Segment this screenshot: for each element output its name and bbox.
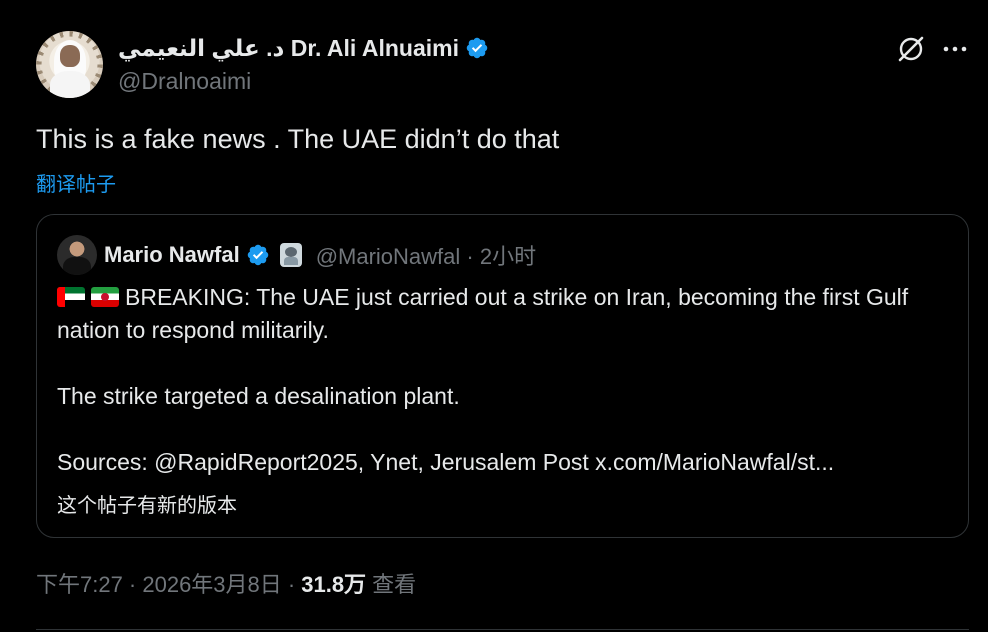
author-handle[interactable]: @Dralnoaimi [118, 68, 251, 95]
quoted-handle-time[interactable]: @MarioNawfal · 2小时 [316, 239, 536, 271]
avatar-face [60, 45, 80, 67]
translate-post-link[interactable]: 翻译帖子 [36, 168, 116, 197]
quoted-tweet-body: BREAKING: The UAE just carried out a str… [57, 281, 947, 479]
verified-badge-icon [247, 244, 268, 266]
views-label: 查看 [372, 572, 417, 597]
divider [36, 629, 969, 630]
quoted-line-3: Sources: @RapidReport2025, Ynet, Jerusal… [57, 449, 835, 475]
views-count[interactable]: 31.8万 [301, 567, 366, 599]
tweet-meta: 下午7:27 · 2026年3月8日 · 31.8万 查看 [36, 567, 416, 599]
tweet-text: This is a fake news . The UAE didn’t do … [36, 124, 560, 154]
affiliate-badge-icon [279, 243, 302, 267]
quoted-tweet-card[interactable]: Mario Nawfal @MarioNawfal · 2小时 BREAKING… [36, 214, 969, 538]
verified-badge-icon [466, 37, 488, 59]
new-version-notice[interactable]: 这个帖子有新的版本 [57, 489, 237, 518]
timestamp[interactable]: 下午7:27 · 2026年3月8日 · [36, 567, 295, 599]
author-display-name[interactable]: د. علي النعيمي Dr. Ali Alnuaimi [118, 35, 459, 62]
quoted-line-1: BREAKING: The UAE just carried out a str… [57, 281, 947, 347]
quoted-line-1-text: BREAKING: The UAE just carried out a str… [57, 284, 909, 343]
quoted-author-name[interactable]: Mario Nawfal [104, 242, 240, 268]
avatar-body [50, 71, 90, 98]
quoted-author-avatar[interactable] [57, 235, 97, 275]
author-avatar[interactable] [36, 31, 103, 98]
uae-flag-icon [57, 287, 85, 307]
author-name-row[interactable]: د. علي النعيمي Dr. Ali Alnuaimi [118, 34, 489, 62]
quoted-line-2: The strike targeted a desalination plant… [57, 383, 460, 409]
more-options-icon[interactable] [942, 45, 968, 53]
iran-flag-icon [91, 287, 119, 307]
quoted-author-row: Mario Nawfal @MarioNawfal · 2小时 [104, 241, 536, 269]
grok-icon[interactable] [896, 34, 926, 64]
